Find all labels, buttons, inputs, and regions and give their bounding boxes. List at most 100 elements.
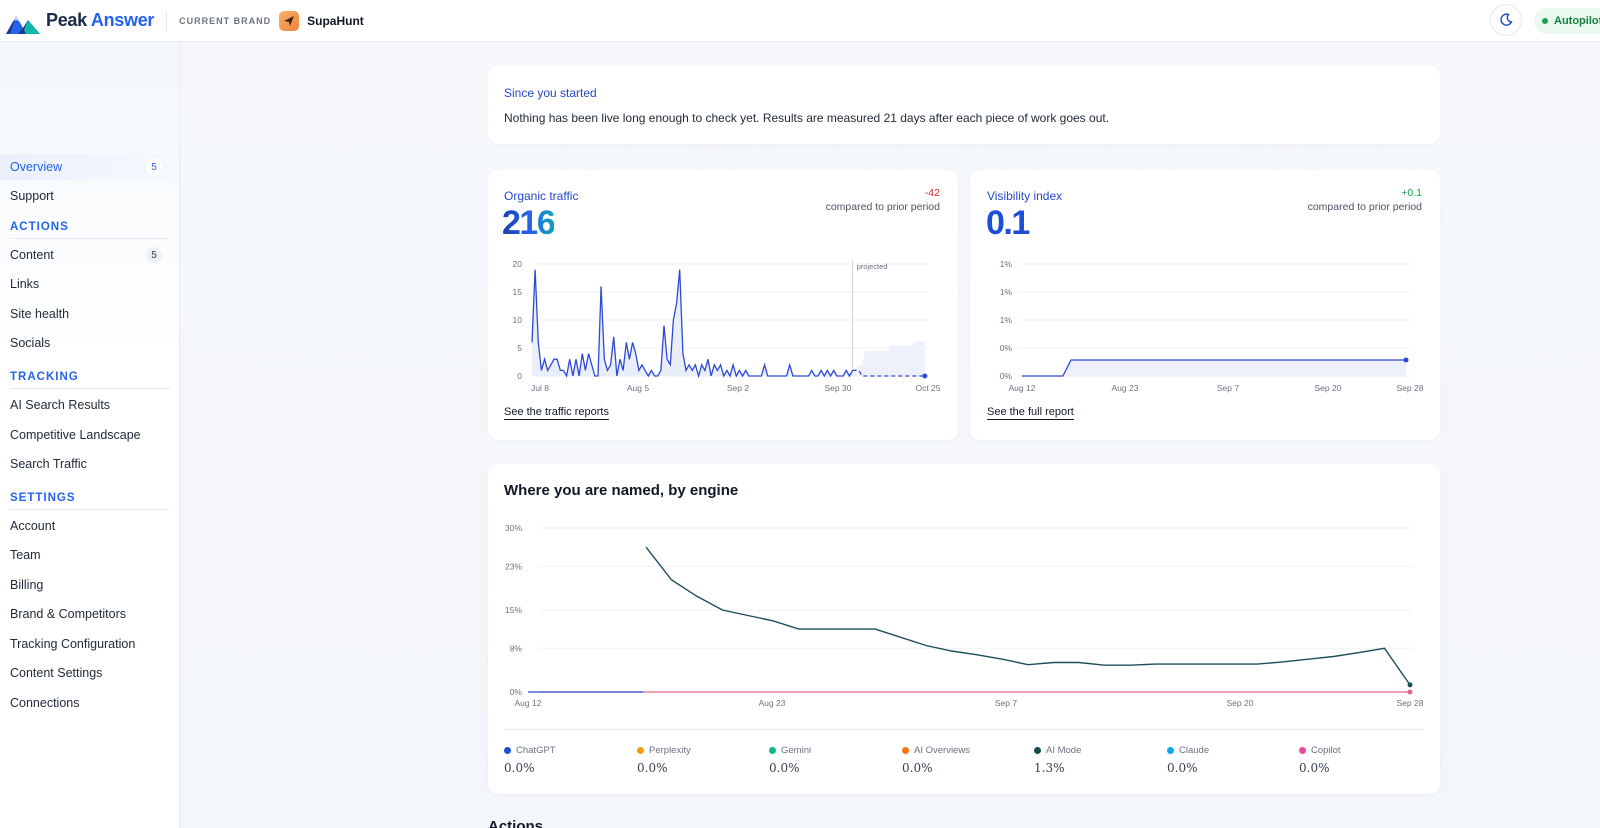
legend-item[interactable]: Claude 0.0%	[1167, 745, 1287, 775]
sidebar-item-label: Support	[10, 189, 54, 203]
traffic-area	[532, 269, 853, 376]
sidebar-item-support[interactable]: Support	[0, 183, 170, 209]
sidebar-item-label: Search Traffic	[10, 457, 87, 471]
status-dot	[1542, 18, 1548, 24]
sidebar-item-label: Account	[10, 519, 56, 533]
sidebar-item-brand-competitors[interactable]: Brand & Competitors	[0, 601, 170, 627]
sidebar-item-site-health[interactable]: Site health	[0, 301, 170, 327]
x-tick-label: Aug 12	[515, 698, 542, 708]
y-tick-label: 15	[513, 287, 523, 297]
sidebar-item-links[interactable]: Links	[0, 271, 170, 297]
y-tick-label: 30%	[505, 523, 522, 533]
legend-name: AI Overviews	[914, 745, 970, 756]
legend-value: 1.3%	[1034, 761, 1065, 775]
y-tick-label: 5	[517, 343, 522, 353]
x-tick-label: Aug 23	[759, 698, 786, 708]
legend-value: 0.0%	[1167, 761, 1198, 775]
x-tick-label: Aug 5	[627, 383, 649, 393]
sidebar-item-billing[interactable]: Billing	[0, 572, 170, 598]
sidebar-item-label: Links	[10, 277, 40, 291]
paper-plane-icon	[279, 10, 300, 31]
legend-item[interactable]: Copilot 0.0%	[1299, 745, 1419, 775]
moon-icon	[1500, 13, 1513, 26]
sidebar-item-label: Tracking Configuration	[10, 637, 136, 651]
x-tick-label: Sep 2	[727, 383, 749, 393]
logo[interactable]: Peak Answer	[6, 8, 154, 34]
brand-switcher[interactable]: SupaHunt	[307, 14, 364, 28]
sidebar-item-content[interactable]: Content 5	[0, 242, 170, 268]
top-header: Peak Answer CURRENT BRAND SupaHunt Autop…	[0, 0, 1600, 42]
y-tick-label: 8%	[510, 643, 523, 653]
sidebar-item-competitive-landscape[interactable]: Competitive Landscape	[0, 422, 170, 448]
legend-swatch	[637, 747, 644, 754]
legend-name: Gemini	[781, 745, 812, 756]
sidebar-item-search-traffic[interactable]: Search Traffic	[0, 451, 170, 477]
projected-band	[852, 341, 925, 376]
y-tick-label: 20	[513, 259, 523, 269]
y-tick-label: 0%	[1000, 371, 1013, 381]
sidebar-item-label: Content	[10, 248, 54, 262]
x-tick-label: Sep 20	[1227, 698, 1254, 708]
x-tick-label: Sep 28	[1397, 698, 1424, 708]
legend-swatch	[504, 747, 511, 754]
legend-swatch	[769, 747, 776, 754]
current-brand-label: CURRENT BRAND	[179, 15, 272, 26]
sidebar-item-team[interactable]: Team	[0, 542, 170, 568]
sidebar-item-account[interactable]: Account	[0, 513, 170, 539]
y-tick-label: 23%	[505, 561, 522, 571]
legend-label: Perplexity	[637, 745, 757, 756]
legend-label: Copilot	[1299, 745, 1419, 756]
engines-chart: 30% 23% 15% 8% 0%Aug 12 Aug 23 Sep 7 Sep 20 Sep …	[505, 523, 1424, 708]
legend-label: Gemini	[769, 745, 889, 756]
legend-item[interactable]: AI Overviews 0.0%	[902, 745, 1022, 775]
sidebar-item-connections[interactable]: Connections	[0, 690, 170, 716]
sidebar-item-content-settings[interactable]: Content Settings	[0, 660, 170, 686]
legend-value: 0.0%	[769, 761, 800, 775]
legend-item[interactable]: Gemini 0.0%	[769, 745, 889, 775]
x-tick-label: Sep 28	[1397, 383, 1424, 393]
autopilot-label: Autopilot on	[1554, 15, 1600, 27]
sidebar-item-ai-search-results[interactable]: AI Search Results	[0, 392, 170, 418]
legend-value: 0.0%	[1299, 761, 1330, 775]
legend-name: AI Mode	[1046, 745, 1082, 756]
autopilot-status[interactable]: Autopilot on	[1534, 8, 1600, 34]
ai-mode-last-point	[1407, 682, 1413, 688]
theme-toggle-button[interactable]	[1490, 4, 1522, 36]
x-tick-label: Aug 23	[1112, 383, 1139, 393]
legend-swatch	[902, 747, 909, 754]
copilot-last-point	[1407, 689, 1413, 695]
organic-traffic-card: Organic traffic 216 -42 compared to prio…	[488, 170, 958, 440]
legend-item[interactable]: Perplexity 0.0%	[637, 745, 757, 775]
legend-label: AI Mode	[1034, 745, 1154, 756]
traffic-reports-link[interactable]: See the traffic reports	[504, 406, 609, 420]
x-tick-label: Sep 30	[825, 383, 852, 393]
sidebar-item-label: Connections	[10, 696, 80, 710]
y-tick-label: 15%	[505, 605, 522, 615]
since-started-card: Since you started Nothing has been live …	[488, 66, 1440, 144]
legend-name: Perplexity	[649, 745, 691, 756]
logo-text-peak: Peak	[46, 10, 87, 30]
legend-swatch	[1299, 747, 1306, 754]
legend-name: Claude	[1179, 745, 1210, 756]
sidebar-item-label: Billing	[10, 578, 44, 592]
legend-name: ChatGPT	[516, 745, 556, 756]
legend-item[interactable]: AI Mode 1.3%	[1034, 745, 1154, 775]
y-tick-label: 0%	[1000, 343, 1013, 353]
last-point	[922, 373, 928, 379]
full-report-link[interactable]: See the full report	[987, 406, 1074, 420]
count-badge: 5	[146, 247, 162, 263]
sidebar-item-overview[interactable]: Overview 5	[0, 154, 170, 180]
legend-item[interactable]: ChatGPT 0.0%	[504, 745, 624, 775]
sidebar-item-socials[interactable]: Socials	[0, 330, 170, 356]
legend-value: 0.0%	[637, 761, 668, 775]
section-actions: ACTIONS	[10, 221, 170, 239]
x-tick-label: Sep 20	[1315, 383, 1342, 393]
organic-traffic-chart: 0 5 10 15 20 projected Jul 8 Aug 5 Sep 2 Sep 30 Oc…	[513, 259, 941, 393]
legend-divider	[504, 729, 1424, 730]
visibility-index-card: Visibility index 0.1 +0.1 compared to pr…	[970, 170, 1440, 440]
traffic-series-line	[531, 269, 854, 379]
sidebar-item-tracking-configuration[interactable]: Tracking Configuration	[0, 631, 170, 657]
ai-mode-series-line	[645, 546, 1411, 686]
sidebar: Overview 5 Support ACTIONS Content 5 Lin…	[0, 42, 180, 828]
sidebar-item-label: Site health	[10, 307, 70, 321]
